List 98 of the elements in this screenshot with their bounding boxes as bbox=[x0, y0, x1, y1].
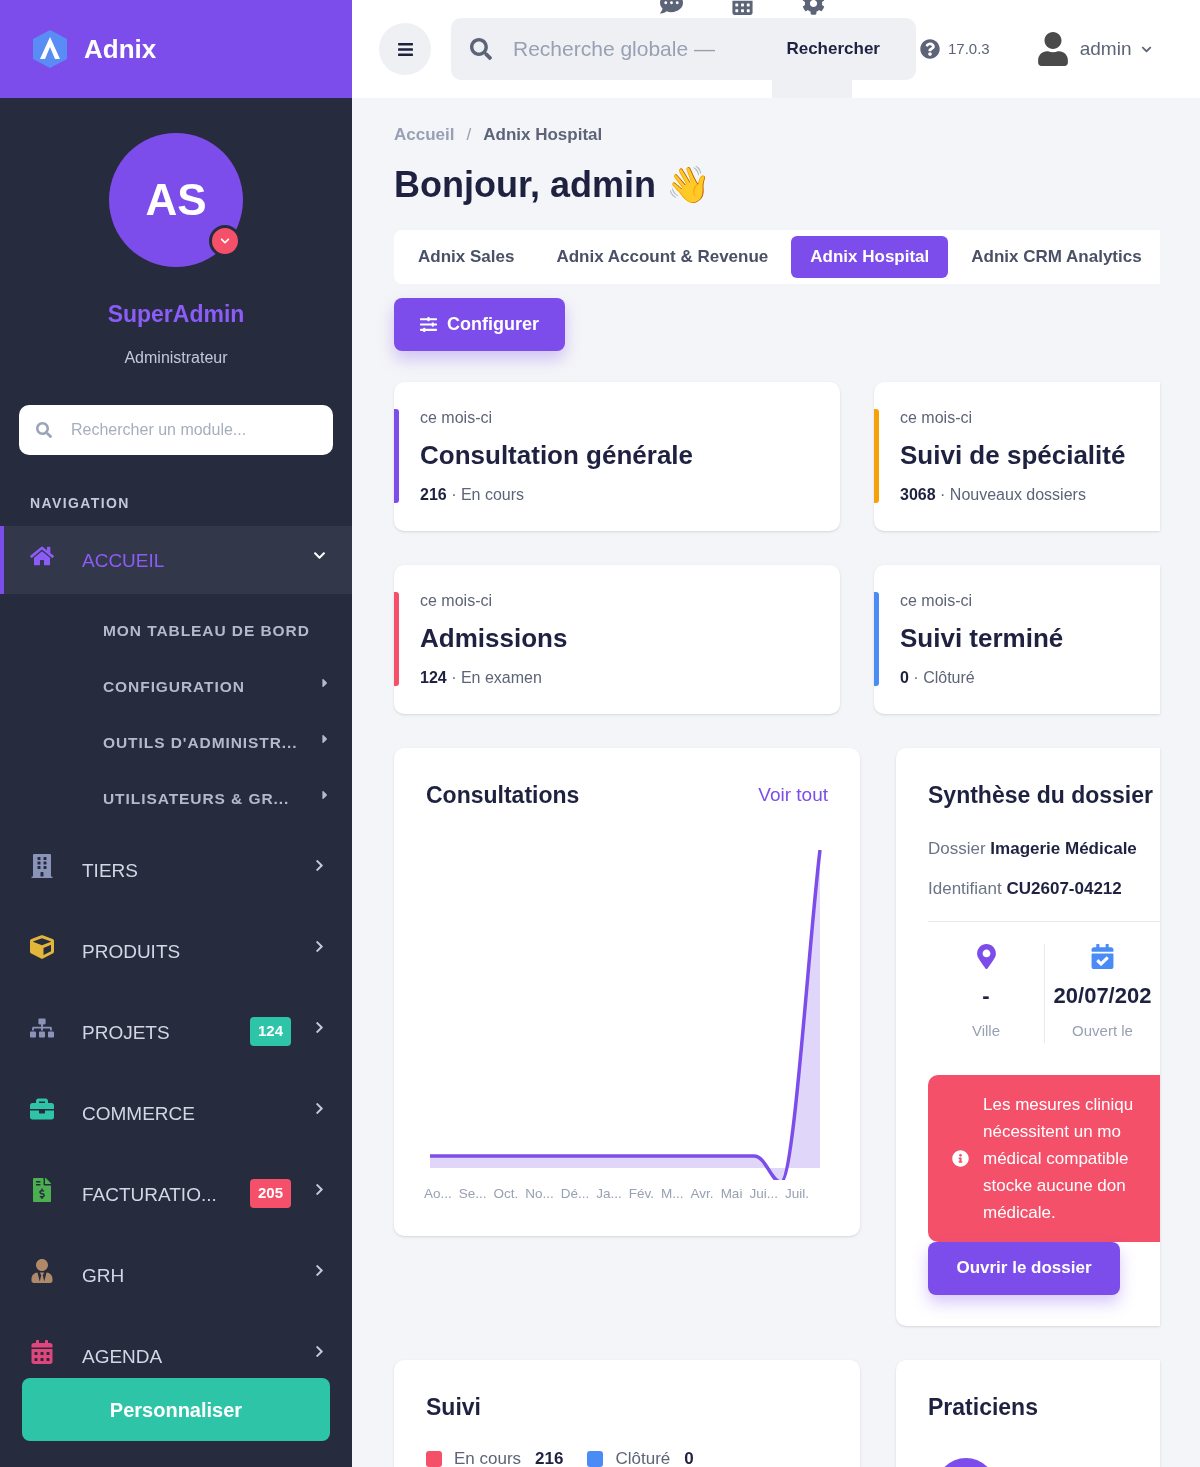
nav-subitem[interactable]: MON TABLEAU DE BORD bbox=[0, 602, 352, 659]
stat-detail: 216 · En cours bbox=[420, 484, 526, 505]
stat-period: ce mois-ci bbox=[420, 407, 493, 428]
chevron-right-icon bbox=[313, 1021, 326, 1034]
stat-period: ce mois-ci bbox=[900, 407, 973, 428]
stat-detail: 3068 · Nouveaux dossiers bbox=[900, 484, 1087, 505]
chevron-right-icon bbox=[313, 940, 326, 953]
status-badge[interactable] bbox=[209, 225, 241, 257]
user-avatar-icon bbox=[1035, 32, 1070, 66]
breadcrumb-item: Adnix Hospital bbox=[483, 124, 603, 146]
nav-item[interactable]: PROJETS 124 bbox=[0, 1006, 352, 1057]
stat-period: ce mois-ci bbox=[900, 590, 973, 611]
card-title: Praticiens bbox=[928, 1393, 1038, 1420]
axis-label: No... bbox=[525, 1185, 554, 1203]
stat-title: Admissions bbox=[420, 621, 568, 655]
module-search-field[interactable]: Rechercher un module... bbox=[19, 404, 333, 455]
version-label: 17.0.3 bbox=[948, 38, 990, 59]
nav-item[interactable]: AGENDA bbox=[0, 1330, 352, 1381]
stat-detail: 0 · Clôturé bbox=[900, 667, 976, 688]
search-icon bbox=[470, 38, 492, 60]
dashboard-tab[interactable]: Adnix Account & Revenue bbox=[537, 235, 788, 278]
chevron-right-icon bbox=[313, 1102, 326, 1115]
nav-subitem[interactable]: CONFIGURATION bbox=[0, 658, 352, 715]
greeting-heading: Bonjour, admin 👋 bbox=[394, 162, 712, 207]
menu-icon bbox=[396, 40, 414, 58]
nav-subitem[interactable]: UTILISATEURS & GR... bbox=[0, 770, 352, 827]
nav-item[interactable]: FACTURATIO... 205 bbox=[0, 1168, 352, 1219]
breadcrumb-separator: / bbox=[466, 124, 472, 146]
dashboard-tab[interactable]: Adnix Hospital bbox=[791, 235, 949, 278]
logo-icon bbox=[32, 29, 68, 69]
profile-name: SuperAdmin bbox=[107, 300, 245, 329]
avatar: AS bbox=[109, 133, 243, 267]
nav-heading: NAVIGATION bbox=[29, 493, 131, 513]
count-badge: 205 bbox=[249, 1179, 291, 1208]
dashboard-tab[interactable]: Adnix CRM Analytics bbox=[952, 235, 1160, 278]
see-all-link[interactable]: Voir tout bbox=[758, 780, 828, 809]
profile-role: Administrateur bbox=[124, 347, 228, 368]
fact-label: Ville bbox=[971, 1021, 1001, 1041]
card-title: Suivi bbox=[426, 1392, 482, 1422]
stat-period: ce mois-ci bbox=[420, 590, 493, 611]
axis-label: M... bbox=[661, 1185, 684, 1203]
chevron-right-icon bbox=[313, 1345, 326, 1358]
legend-value: 216 bbox=[535, 1448, 564, 1467]
chevron-right-icon bbox=[313, 859, 326, 872]
chevron-right-icon bbox=[313, 1183, 326, 1196]
briefcase-icon bbox=[30, 1096, 54, 1121]
fact-value: 20/07/202 bbox=[1053, 982, 1152, 1010]
search-icon bbox=[36, 421, 52, 438]
fact-label: Ouvert le bbox=[1072, 1021, 1133, 1041]
file-identifier: Identifiant CU2607-04212 bbox=[928, 877, 1123, 900]
legend-value: 0 bbox=[684, 1448, 694, 1467]
axis-label: Mai bbox=[720, 1185, 743, 1203]
chevron-right-icon bbox=[313, 1264, 326, 1277]
axis-label: Dé... bbox=[560, 1185, 590, 1203]
axis-label: Ao... bbox=[424, 1185, 452, 1203]
stat-title: Suivi de spécialité bbox=[900, 438, 1126, 472]
file-name: Dossier Imagerie Médicale bbox=[928, 838, 1138, 860]
chevron-down-icon bbox=[313, 549, 326, 562]
card-title: Synthèse du dossier bbox=[928, 780, 1154, 810]
building-icon bbox=[30, 853, 54, 878]
legend-label: Clôturé bbox=[615, 1448, 671, 1467]
axis-label: Se... bbox=[458, 1185, 487, 1203]
nav-item[interactable]: PRODUITS bbox=[0, 925, 352, 976]
brand-name: Adnix bbox=[84, 32, 157, 66]
sitemap-icon bbox=[30, 1015, 54, 1040]
menu-button[interactable] bbox=[379, 23, 431, 75]
user-icon bbox=[30, 1258, 54, 1283]
invoice-icon bbox=[30, 1177, 54, 1202]
count-badge: 124 bbox=[249, 1017, 291, 1046]
help-icon[interactable] bbox=[920, 39, 940, 59]
axis-label: Fév. bbox=[628, 1185, 655, 1203]
stat-detail: 124 · En examen bbox=[420, 667, 543, 688]
dashboard-tab[interactable]: Adnix Sales bbox=[399, 235, 534, 278]
nav-item[interactable]: GRH bbox=[0, 1249, 352, 1300]
nav-item[interactable]: COMMERCE bbox=[0, 1087, 352, 1138]
axis-label: Jui... bbox=[749, 1185, 778, 1203]
open-file-button[interactable]: Ouvrir le dossier bbox=[928, 1241, 1120, 1295]
legend-label: En cours bbox=[454, 1448, 522, 1467]
card-title: Consultations bbox=[426, 780, 580, 810]
calendar-check-icon bbox=[1090, 944, 1115, 969]
axis-label: Ja... bbox=[596, 1185, 622, 1203]
user-menu[interactable]: admin bbox=[1035, 32, 1153, 66]
calendar-icon bbox=[30, 1339, 54, 1364]
fact-value: - bbox=[982, 982, 990, 1010]
sliders-icon bbox=[420, 315, 437, 333]
chevron-down-icon bbox=[220, 236, 230, 246]
axis-label: Avr. bbox=[690, 1185, 714, 1203]
nav-item[interactable]: TIERS bbox=[0, 844, 352, 895]
alert-message: Les mesures cliniqu nécessitent un mo médical compatible stocke aucune don médicale. bbox=[983, 1093, 1134, 1224]
nav-subitem[interactable]: OUTILS D'ADMINISTR... bbox=[0, 714, 352, 771]
stat-title: Suivi terminé bbox=[900, 621, 1064, 655]
cube-icon bbox=[30, 934, 54, 959]
axis-label: Juil. bbox=[784, 1185, 809, 1203]
search-button[interactable]: Rechercher bbox=[770, 26, 896, 72]
stat-title: Consultation générale bbox=[420, 438, 694, 472]
axis-label: Oct. bbox=[493, 1185, 519, 1203]
configure-button[interactable]: Configurer bbox=[394, 297, 565, 351]
info-icon bbox=[952, 1149, 969, 1167]
